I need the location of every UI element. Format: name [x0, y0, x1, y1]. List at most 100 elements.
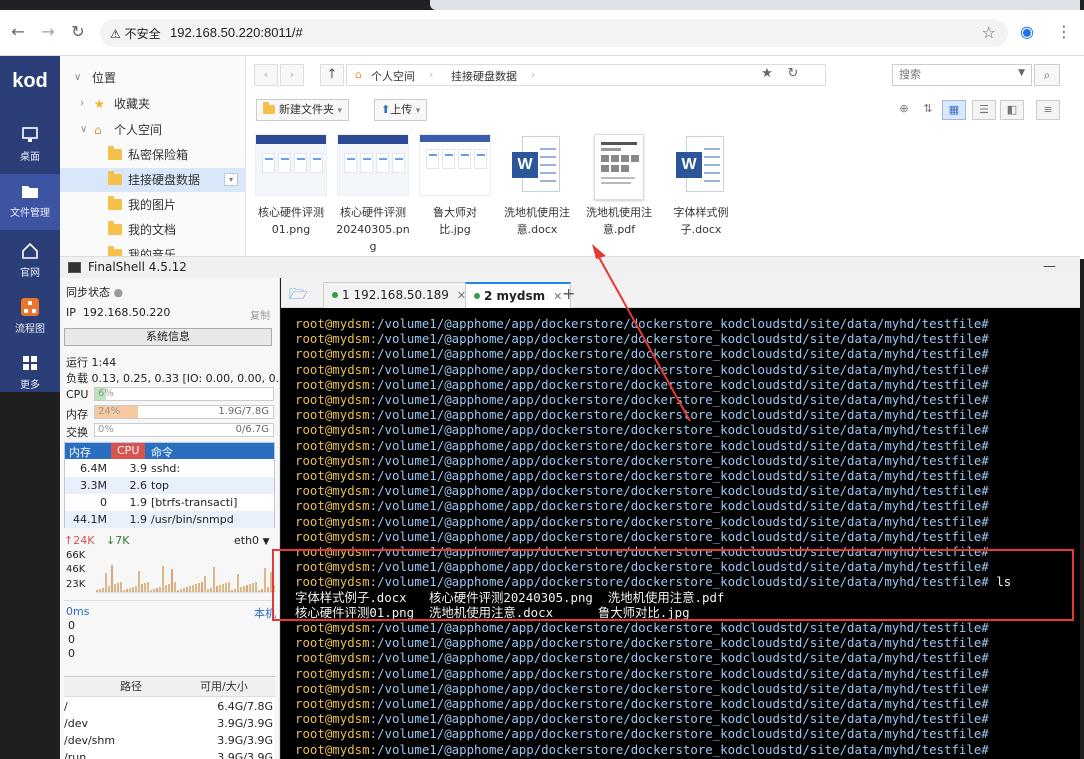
add-tab-icon[interactable]: +: [562, 284, 575, 303]
terminal-prompt-line: root@mydsm:/volume1/@apphome/app/dockers…: [295, 635, 989, 651]
forward-icon[interactable]: →: [38, 22, 58, 42]
file-item[interactable]: 核心硬件评测 20240305.pn g: [335, 134, 411, 255]
security-indicator[interactable]: ⚠ 不安全: [110, 25, 161, 42]
tree-item-favorites[interactable]: › ★ 收藏夹: [60, 92, 245, 116]
file-item[interactable]: 洗地机使用注 意.pdf: [581, 134, 657, 238]
network-bar: [165, 585, 167, 592]
search-input[interactable]: [899, 68, 1009, 81]
tree-label: 我的文档: [128, 223, 177, 237]
nav-label: 文件管理: [10, 208, 50, 219]
chevron-down-icon[interactable]: ∨: [80, 118, 92, 142]
bookmark-star-icon[interactable]: ☆: [982, 23, 996, 42]
more-options-button[interactable]: ≡: [1036, 100, 1060, 120]
file-item[interactable]: W 字体样式例 子.docx: [663, 134, 739, 238]
network-bar: [105, 573, 107, 592]
list-view-button[interactable]: ☰: [972, 100, 996, 120]
network-bar: [147, 582, 149, 592]
terminal-prompt-line: root@mydsm:/volume1/@apphome/app/dockers…: [295, 528, 989, 544]
zoom-icon[interactable]: ⊕: [892, 100, 916, 120]
new-folder-button[interactable]: 新建文件夹 ▾: [256, 99, 350, 121]
chevron-right-icon[interactable]: ›: [80, 92, 92, 116]
back-icon[interactable]: ←: [8, 22, 28, 42]
url-text[interactable]: 192.168.50.220:8011/#: [170, 25, 303, 40]
tab-session-1[interactable]: 1 192.168.50.189 ✕: [323, 282, 476, 308]
col-size[interactable]: 可用/大小: [200, 677, 248, 697]
network-bar: [198, 583, 200, 592]
history-forward-button[interactable]: ›: [280, 64, 304, 86]
network-bar: [153, 589, 155, 592]
tree-item-pictures[interactable]: 我的图片: [60, 193, 245, 217]
col-mem[interactable]: 内存: [69, 444, 91, 460]
close-icon[interactable]: ✕: [553, 290, 562, 303]
split-view-button[interactable]: ◧: [1000, 100, 1024, 120]
file-manager-icon[interactable]: 🗁: [289, 284, 311, 303]
search-button[interactable]: ⌕: [1034, 64, 1060, 86]
browser-tab[interactable]: [430, 0, 1080, 10]
copy-ip-button[interactable]: 复制: [250, 307, 270, 322]
nav-more[interactable]: 更多: [0, 346, 60, 391]
table-row[interactable]: 6.4M 3.9 sshd:: [65, 460, 274, 477]
uptime: 运行 1:44: [66, 356, 117, 369]
tree-item-vault[interactable]: 私密保险箱: [60, 143, 245, 167]
finalshell-titlebar[interactable]: FinalShell 4.5.12 —: [60, 256, 1080, 278]
table-row[interactable]: 3.3M 2.6 top: [65, 477, 274, 494]
table-row[interactable]: /6.4G/7.8G: [64, 698, 275, 715]
network-bar: [129, 588, 131, 592]
breadcrumb-item[interactable]: 挂接硬盘数据: [451, 68, 517, 84]
tree-item-menu-button[interactable]: ▾: [224, 173, 238, 186]
tree-item-documents[interactable]: 我的文档: [60, 218, 245, 242]
terminal-output[interactable]: root@mydsm:/volume1/@apphome/app/dockers…: [281, 308, 1080, 759]
tree-item-personal-space[interactable]: ∨ ⌂ 个人空间: [60, 118, 245, 142]
up-level-button[interactable]: ↑: [320, 64, 344, 86]
ping-value: 0: [68, 633, 75, 646]
network-bar: [228, 582, 230, 592]
tree-item-mounted-disk[interactable]: 挂接硬盘数据 ▾: [60, 168, 245, 192]
terminal-prompt-line: root@mydsm:/volume1/@apphome/app/dockers…: [295, 407, 989, 423]
table-row[interactable]: /dev/shm 3.9G/3.9G: [64, 732, 275, 749]
table-row[interactable]: /dev 3.9G/3.9G: [64, 715, 275, 732]
kod-app-nav-lower: 官网 流程图 更多: [0, 232, 60, 392]
chevron-down-icon[interactable]: ▼: [1018, 68, 1025, 78]
col-path[interactable]: 路径: [120, 677, 142, 697]
nav-flowchart[interactable]: 流程图: [0, 290, 60, 346]
network-bar: [102, 588, 104, 592]
chevron-down-icon[interactable]: ▾: [416, 106, 421, 116]
tree-label: 个人空间: [114, 123, 163, 137]
reload-icon[interactable]: ↻: [68, 22, 88, 42]
net-interface-select[interactable]: eth0 ▼: [234, 534, 269, 547]
cpu-meter: 6%: [94, 387, 274, 401]
network-bar: [117, 583, 119, 592]
col-cpu[interactable]: CPU: [117, 444, 139, 457]
file-item[interactable]: W 洗地机使用注 意.docx: [499, 134, 575, 238]
nav-label: 更多: [20, 380, 40, 391]
menu-kebab-icon[interactable]: ⋮: [1056, 22, 1072, 41]
mem-meter: 24% 1.9G/7.8G: [94, 405, 274, 419]
system-info-button[interactable]: 系统信息: [64, 328, 272, 346]
terminal-prompt-line: root@mydsm:/volume1/@apphome/app/dockers…: [295, 361, 989, 377]
tree-item-location[interactable]: ∨ 位置: [60, 66, 245, 90]
table-row[interactable]: 44.1M 1.9/usr/bin/snmpd: [65, 511, 274, 528]
icon-view-button[interactable]: ▦: [942, 100, 966, 120]
search-box[interactable]: ▼: [892, 64, 1032, 86]
chevron-down-icon[interactable]: ∨: [74, 66, 86, 90]
col-command[interactable]: 命令: [151, 444, 173, 460]
profile-icon[interactable]: ◉: [1020, 22, 1034, 41]
file-item[interactable]: 核心硬件评测 01.png: [253, 134, 329, 238]
chevron-down-icon[interactable]: ▾: [338, 106, 343, 116]
nav-desktop[interactable]: 桌面: [0, 118, 60, 174]
table-row[interactable]: 0 1.9 [btrfs-transacti]: [65, 494, 274, 511]
nav-official-site[interactable]: 官网: [0, 234, 60, 290]
history-back-button[interactable]: ‹: [254, 64, 278, 86]
refresh-icon[interactable]: ↻: [778, 64, 808, 86]
sort-icon[interactable]: ⇅: [916, 100, 940, 120]
upload-button[interactable]: ⬆上传 ▾: [374, 99, 428, 121]
file-item[interactable]: 鲁大师对 比.jpg: [417, 134, 493, 238]
nav-file-manager[interactable]: 文件管理: [0, 174, 60, 230]
minimize-button[interactable]: —: [1043, 259, 1056, 274]
flowchart-icon: [21, 298, 39, 316]
tab-session-2[interactable]: 2 mydsm ✕: [465, 282, 572, 308]
address-bar[interactable]: ⚠ 不安全 192.168.50.220:8011/# ☆: [100, 19, 1008, 47]
home-icon: [22, 242, 38, 259]
table-row[interactable]: /run 3.9G/3.9G: [64, 749, 275, 759]
breadcrumb-item[interactable]: 个人空间: [371, 68, 415, 84]
